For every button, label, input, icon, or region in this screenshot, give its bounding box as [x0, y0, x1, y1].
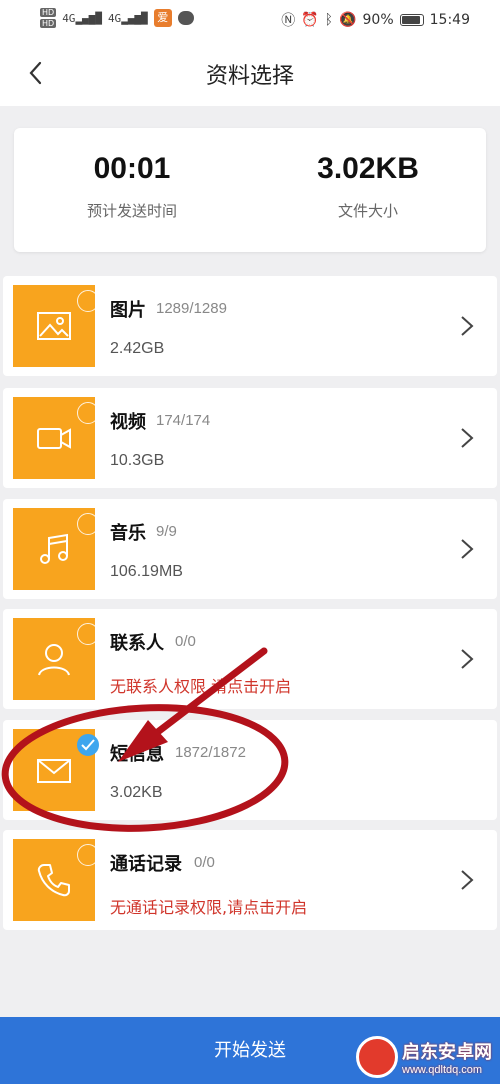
app-notification-icon: 爱 [153, 9, 172, 27]
watermark-url: www.qdltdq.com [402, 1064, 483, 1076]
chevron-right-icon [461, 428, 474, 448]
estimated-time-value: 00:01 [93, 152, 171, 185]
estimated-time-label: 预计发送时间 [86, 202, 177, 220]
checkmark-icon [81, 739, 95, 751]
music-count: 9/9 [156, 523, 177, 540]
photos-size: 2.42GB [110, 340, 165, 357]
call-logs-title: 通话记录 [110, 854, 182, 875]
music-size: 106.19MB [110, 563, 183, 580]
messages-size: 3.02KB [110, 784, 163, 801]
file-size: 3.02KB 文件大小 [250, 128, 486, 221]
file-size-value: 3.02KB [317, 152, 419, 185]
image-icon [37, 312, 71, 340]
summary-card: 00:01 预计发送时间 3.02KB 文件大小 [14, 128, 486, 252]
call-logs-permission-warning[interactable]: 无通话记录权限,请点击开启 [110, 894, 307, 918]
mute-icon: 🔕 [339, 12, 357, 28]
hd-badge-2: HD [40, 19, 57, 28]
category-videos[interactable]: 视频 174/174 10.3GB [3, 388, 497, 488]
videos-count: 174/174 [156, 412, 211, 429]
clock: 15:49 [429, 12, 470, 28]
music-tile[interactable] [13, 508, 99, 590]
hd-badges: HD HD [40, 8, 57, 28]
watermark-logo-icon [356, 1036, 398, 1078]
message-icon [37, 759, 71, 783]
nfc-icon: Ⓝ [281, 13, 296, 29]
messages-tile[interactable] [13, 729, 99, 811]
category-messages[interactable]: 短信息 1872/1872 3.02KB [3, 720, 497, 820]
music-icon [40, 533, 68, 564]
bluetooth-icon: ᛒ [324, 12, 334, 28]
messages-title: 短信息 [110, 744, 164, 765]
contacts-count: 0/0 [175, 633, 196, 650]
category-photos[interactable]: 图片 1289/1289 2.42GB [3, 276, 497, 376]
select-call-logs-checkbox[interactable] [77, 844, 99, 866]
battery-percent: 90% [362, 12, 394, 28]
category-call-logs[interactable]: 通话记录 0/0 无通话记录权限,请点击开启 [3, 830, 497, 930]
nav-bar: 资料选择 [0, 40, 500, 106]
contacts-permission-warning[interactable]: 无联系人权限,请点击开启 [110, 673, 291, 697]
select-photos-checkbox[interactable] [77, 290, 99, 312]
category-music[interactable]: 音乐 9/9 106.19MB [3, 499, 497, 599]
videos-size: 10.3GB [110, 452, 165, 469]
contact-icon [38, 644, 70, 676]
file-size-label: 文件大小 [337, 202, 398, 220]
page-title: 资料选择 [205, 64, 294, 89]
call-logs-tile[interactable] [13, 839, 99, 921]
signal-2: 4G▂▄▆█ [107, 11, 148, 25]
category-contacts[interactable]: 联系人 0/0 无联系人权限,请点击开启 [3, 609, 497, 709]
select-contacts-checkbox[interactable] [77, 623, 99, 645]
select-messages-checkbox[interactable] [77, 734, 99, 756]
chevron-right-icon [461, 316, 474, 336]
watermark: 启东安卓网 www.qdltdq.com [356, 1034, 496, 1082]
photos-count: 1289/1289 [156, 300, 227, 317]
chevron-right-icon [461, 539, 474, 559]
call-logs-count: 0/0 [194, 854, 215, 871]
contacts-title: 联系人 [110, 633, 164, 654]
videos-tile[interactable] [13, 397, 99, 479]
alarm-icon: ⏰ [301, 12, 319, 28]
photos-title: 图片 [110, 300, 146, 321]
chevron-right-icon [461, 649, 474, 669]
select-music-checkbox[interactable] [77, 513, 99, 535]
message-notification-icon [177, 11, 194, 25]
contacts-tile[interactable] [13, 618, 99, 700]
videos-title: 视频 [110, 412, 146, 433]
phone-icon [37, 864, 70, 897]
watermark-name: 启东安卓网 [402, 1042, 492, 1063]
battery-icon [399, 14, 424, 26]
select-videos-checkbox[interactable] [77, 402, 99, 424]
status-right: Ⓝ ⏰ ᛒ 🔕 90% 15:49 [281, 10, 470, 30]
messages-count: 1872/1872 [175, 744, 246, 761]
photos-tile[interactable] [13, 285, 99, 367]
status-left: HD HD 4G▂▄▆█ 4G▂▄▆█ 爱 [40, 8, 194, 28]
hd-badge-1: HD [40, 8, 57, 17]
status-bar: HD HD 4G▂▄▆█ 4G▂▄▆█ 爱 Ⓝ ⏰ ᛒ 🔕 90% 15:49 [0, 0, 500, 40]
estimated-time: 00:01 预计发送时间 [14, 128, 250, 221]
signal-1: 4G▂▄▆█ [62, 11, 102, 25]
chevron-right-icon [461, 870, 474, 890]
video-icon [37, 428, 71, 449]
music-title: 音乐 [110, 523, 146, 544]
